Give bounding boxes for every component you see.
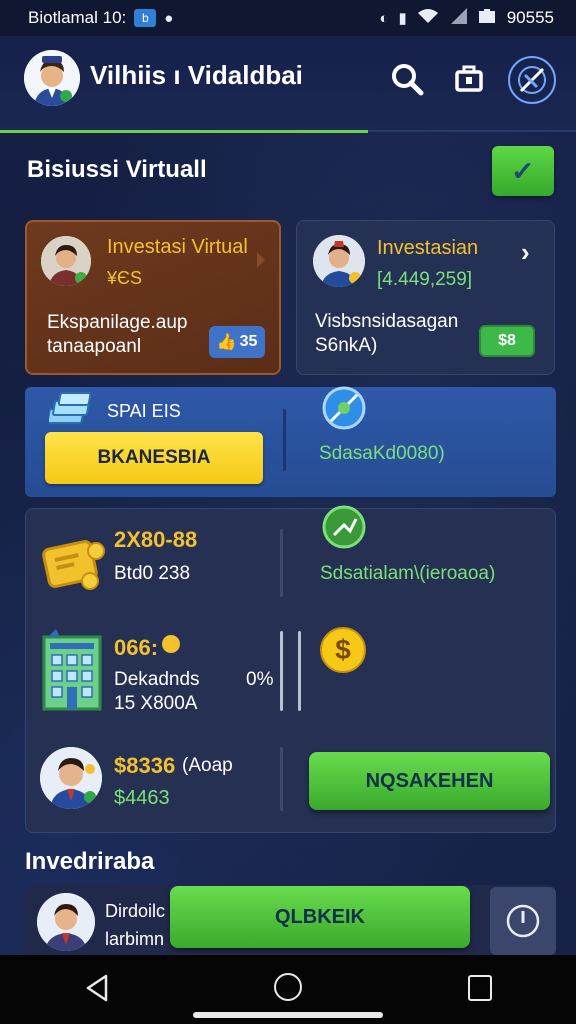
status-signal-icon xyxy=(449,8,469,28)
slider-track[interactable] xyxy=(280,631,283,711)
app-header: Vilhiis ı Vidaldbai xyxy=(0,36,576,133)
dollar-coin-icon: $ xyxy=(320,627,366,673)
card-title: Investasian xyxy=(377,237,479,259)
check-icon: ✓ xyxy=(511,155,535,186)
band-label: SPAI ЕIS xyxy=(107,401,181,421)
primary-action-button[interactable]: BKANESBIA xyxy=(45,432,263,484)
stat-value: 066: xyxy=(114,635,159,660)
growth-badge-icon xyxy=(320,503,368,556)
thumb-icon: 👍 xyxy=(216,334,237,351)
chevron-right-icon[interactable]: › xyxy=(521,237,530,268)
card-value: ¥ЄS xyxy=(107,268,142,288)
panel-divider xyxy=(280,529,283,597)
badge-count: 35 xyxy=(239,333,258,350)
recents-icon[interactable] xyxy=(468,975,492,1001)
profile-avatar[interactable] xyxy=(24,50,80,106)
page-title: Vilhiis ı Vidaldbai xyxy=(90,60,303,90)
section-title: Bisiussi Virtuall xyxy=(27,156,207,183)
secondary-action-button[interactable]: NQSAKEHEN xyxy=(309,752,550,810)
satellite-icon[interactable] xyxy=(508,56,556,104)
coin-icon xyxy=(162,635,180,653)
stat-value: 2X80-88 xyxy=(114,527,198,552)
bottom-action-button[interactable]: QLBKEIK xyxy=(170,886,470,948)
status-app-icon: b xyxy=(134,9,157,27)
power-button[interactable] xyxy=(490,887,556,955)
band-right-text: SdasaKd0080) xyxy=(319,443,445,464)
stat-paren: (Aoap xyxy=(182,755,233,776)
investor-avatar xyxy=(41,236,91,286)
badge-value: $8 xyxy=(498,332,516,349)
home-indicator[interactable] xyxy=(193,1012,383,1018)
status-vibrate-icon: ▮ xyxy=(398,10,407,27)
header-accent-line xyxy=(0,130,368,133)
card-desc: Ekspanilage.aup xyxy=(47,312,188,333)
status-time: 90555 xyxy=(506,8,554,27)
stat-sub: 15 X800A xyxy=(114,693,198,714)
back-icon[interactable] xyxy=(84,973,110,1008)
card-value: [4.449,259] xyxy=(377,269,473,290)
status-dot-icon: ● xyxy=(164,9,174,27)
status-carrier: Biotlamal 10: xyxy=(28,8,127,27)
investor-avatar xyxy=(37,893,95,951)
building-icon xyxy=(42,629,102,716)
confirm-button[interactable]: ✓ xyxy=(492,146,554,196)
stat-value: $8336 xyxy=(114,753,176,778)
list-item-line: Dirdoilc xyxy=(105,901,166,921)
status-battery-icon xyxy=(478,9,497,27)
power-icon xyxy=(506,904,540,938)
stat-percent: 0% xyxy=(246,669,274,690)
investment-card-right[interactable]: Investasian [4.449,259] › Visbsnsidasaga… xyxy=(296,220,555,375)
status-toggle-icon: ◐ xyxy=(379,9,389,27)
satellite-badge-icon xyxy=(319,383,369,438)
money-stack-icon xyxy=(46,391,93,436)
home-icon[interactable] xyxy=(274,973,302,1001)
investment-card-left[interactable]: Investasi Virtual ¥ЄS Ekspanilage.aup ta… xyxy=(25,220,281,375)
search-icon[interactable] xyxy=(384,56,430,102)
cash-badge[interactable]: $8 xyxy=(479,325,535,357)
like-badge[interactable]: 👍 35 xyxy=(209,326,265,358)
band-divider xyxy=(283,409,286,471)
card-arrow-icon xyxy=(257,252,265,268)
stat-sub: Btd0 238 xyxy=(114,563,191,584)
stat-sub: $4463 xyxy=(114,787,170,809)
stat-right-text: Sdsatialam\(ieroaoa) xyxy=(320,563,496,584)
card-desc: tanaapoanl xyxy=(47,336,142,357)
panel-divider xyxy=(280,747,283,811)
wallet-coins-icon xyxy=(40,531,110,598)
section-title: Invedriraba xyxy=(25,848,155,875)
status-bar: Biotlamal 10: b ● ◐ ▮ 90555 xyxy=(0,0,576,36)
status-wifi-icon xyxy=(417,8,439,28)
stat-label: Dekadnds xyxy=(114,669,200,690)
card-title: Investasi Virtual xyxy=(107,236,248,258)
slider-track[interactable] xyxy=(298,631,301,711)
list-item-line: larbimn xyxy=(105,929,165,949)
card-desc: S6nkA) xyxy=(315,335,378,356)
investor-avatar xyxy=(40,747,102,809)
card-desc: Visbsnsidasagan xyxy=(315,311,459,332)
store-icon[interactable] xyxy=(446,56,492,102)
investor-avatar xyxy=(313,235,365,287)
